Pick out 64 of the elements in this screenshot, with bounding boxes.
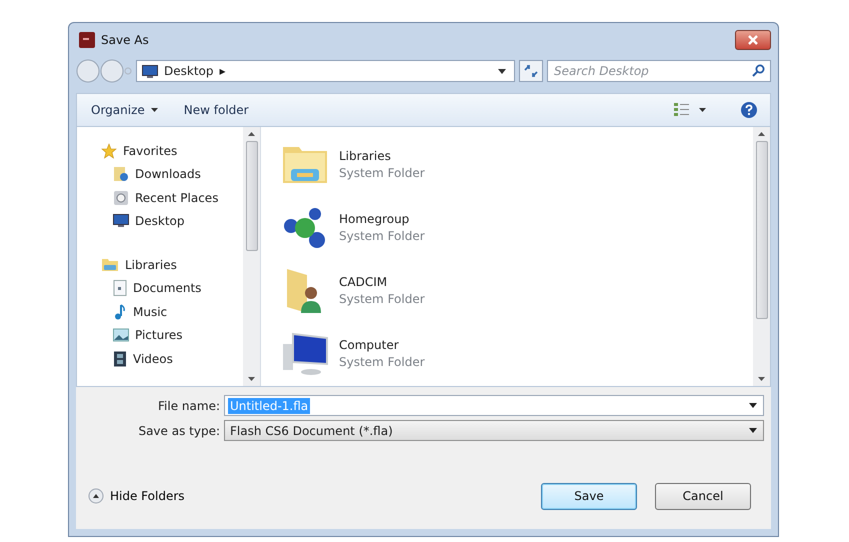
view-options-button[interactable] xyxy=(673,102,706,118)
hide-folders-button[interactable]: Hide Folders xyxy=(88,488,185,504)
item-name: Homegroup xyxy=(339,212,410,226)
download-folder-icon xyxy=(113,166,129,182)
item-type: System Folder xyxy=(339,166,425,180)
monitor-icon xyxy=(113,214,129,228)
help-icon[interactable] xyxy=(740,101,758,119)
file-type-dropdown[interactable]: Flash CS6 Document (*.fla) xyxy=(224,420,764,441)
search-icon xyxy=(752,64,765,77)
refresh-icon xyxy=(524,65,538,77)
item-type: System Folder xyxy=(339,355,425,369)
scroll-down-icon[interactable] xyxy=(758,377,765,381)
monitor-icon xyxy=(142,64,158,78)
item-name: CADCIM xyxy=(339,275,388,289)
sidebar-item[interactable]: Downloads xyxy=(101,162,243,186)
save-button[interactable]: Save xyxy=(541,482,637,510)
window-title: Save As xyxy=(101,33,150,47)
sidebar-item[interactable]: Desktop xyxy=(101,210,243,233)
sidebar-item[interactable]: Recent Places xyxy=(101,186,243,210)
search-field[interactable]: Search Desktop xyxy=(547,60,771,82)
scroll-down-icon[interactable] xyxy=(248,377,255,381)
cancel-button[interactable]: Cancel xyxy=(655,482,751,510)
sidebar-item[interactable]: Documents xyxy=(101,276,243,300)
organize-menu[interactable]: Organize xyxy=(91,103,158,117)
caret-icon xyxy=(699,108,706,112)
recent-places-icon xyxy=(113,190,129,206)
address-bar[interactable]: Desktop ▸ xyxy=(136,60,515,82)
folder-tile[interactable]: Computer System Folder xyxy=(281,322,471,385)
scroll-up-icon[interactable] xyxy=(248,132,255,136)
address-location[interactable]: Desktop xyxy=(164,64,214,78)
breadcrumb-arrow[interactable]: ▸ xyxy=(220,64,226,78)
sidebar-item[interactable]: Videos xyxy=(101,347,243,370)
sidebar-group[interactable]: Libraries xyxy=(101,253,243,276)
folder-tile[interactable]: Libraries System Folder xyxy=(281,133,471,196)
scroll-up-icon[interactable] xyxy=(758,132,765,136)
item-name: Computer xyxy=(339,338,400,352)
document-icon xyxy=(113,280,127,296)
details-view-icon xyxy=(673,102,691,118)
app-icon xyxy=(79,32,95,48)
item-type: System Folder xyxy=(339,229,425,243)
item-name: Libraries xyxy=(339,149,392,163)
close-icon xyxy=(747,35,759,45)
dropdown-caret-icon[interactable] xyxy=(498,68,506,74)
sidebar-group[interactable]: Favorites xyxy=(101,139,243,162)
folder-icon xyxy=(101,257,119,272)
caret-icon xyxy=(150,108,158,112)
dropdown-caret-icon xyxy=(749,428,757,433)
film-icon xyxy=(113,350,127,367)
folder-tile[interactable]: CADCIM System Folder xyxy=(281,259,471,322)
refresh-button[interactable] xyxy=(519,60,543,82)
field-label: File name: xyxy=(157,398,220,412)
star-icon xyxy=(101,142,117,159)
music-note-icon xyxy=(113,304,127,320)
sidebar-item[interactable]: Pictures xyxy=(101,324,243,347)
image-icon xyxy=(113,328,129,342)
item-type: System Folder xyxy=(339,292,425,306)
field-label: Save as type: xyxy=(137,424,220,438)
folder-tile[interactable]: Homegroup System Folder xyxy=(281,196,471,259)
sidebar-item[interactable]: Music xyxy=(101,300,243,324)
close-button[interactable] xyxy=(735,30,771,50)
new-folder-button[interactable]: New folder xyxy=(184,103,249,117)
sidebar-scrollbar[interactable] xyxy=(243,127,260,386)
content-scrollbar[interactable] xyxy=(753,127,770,386)
dropdown-caret-icon[interactable] xyxy=(749,403,757,408)
